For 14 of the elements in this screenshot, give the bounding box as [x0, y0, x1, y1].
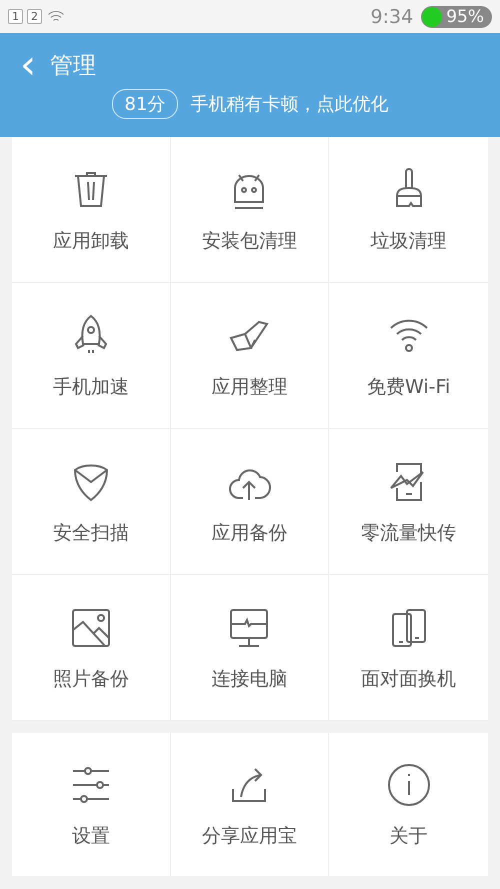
sim-badge: 2 [27, 9, 42, 24]
tool-tile[interactable]: 照片备份 [12, 575, 171, 721]
score-badge: 81分 [112, 89, 178, 119]
sim-badge: 1 [8, 9, 23, 24]
battery-indicator: 95% [421, 6, 492, 28]
page-title: 管理 [50, 52, 96, 80]
tool-tile[interactable]: 连接电脑 [170, 575, 330, 721]
tool-tile[interactable]: 应用整理 [170, 283, 330, 429]
tool-tile[interactable]: 安装包清理 [170, 137, 330, 283]
tool-tile[interactable]: 手机加速 [12, 283, 171, 429]
tool-tile[interactable]: 安全扫描 [12, 429, 171, 575]
tool-tile[interactable]: 应用卸载 [12, 137, 171, 283]
clock: 9:34 [370, 6, 414, 28]
tool-tile[interactable]: 应用备份 [170, 429, 330, 575]
